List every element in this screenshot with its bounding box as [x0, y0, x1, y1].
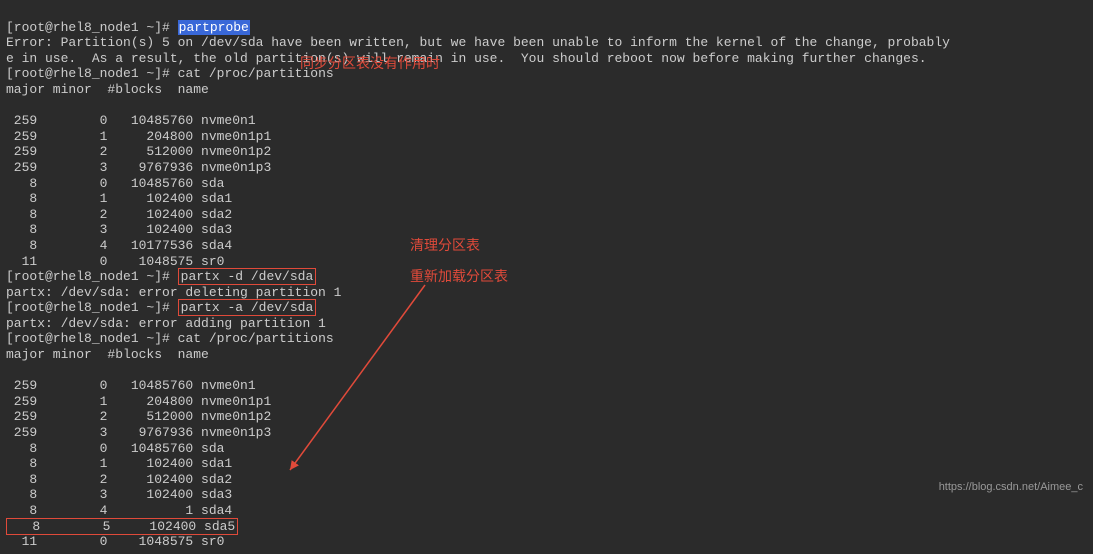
prompt: [root@rhel8_node1 ~]# [6, 300, 178, 315]
partition-row: 8 2 102400 sda2 [6, 472, 232, 487]
error-line: Error: Partition(s) 5 on /dev/sda have b… [6, 35, 950, 50]
partition-row: 8 4 10177536 sda4 [6, 238, 232, 253]
watermark: https://blog.csdn.net/Aimee_c [939, 481, 1083, 494]
partition-row: 259 1 204800 nvme0n1p1 [6, 129, 271, 144]
annotation-sync-failed: 同步分区表没有作用时 [300, 55, 440, 72]
partitions-header: major minor #blocks name [6, 347, 209, 362]
prompt: [root@rhel8_node1 ~]# [6, 66, 178, 81]
partition-row: 259 1 204800 nvme0n1p1 [6, 394, 271, 409]
error-line: partx: /dev/sda: error deleting partitio… [6, 285, 341, 300]
partition-row: 8 1 102400 sda1 [6, 191, 232, 206]
command-partx-d: partx -d /dev/sda [178, 268, 317, 285]
partition-row: 259 2 512000 nvme0n1p2 [6, 409, 271, 424]
terminal-output: [root@rhel8_node1 ~]# partprobe Error: P… [0, 0, 1093, 554]
command-partx-a: partx -a /dev/sda [178, 299, 317, 316]
partition-row: 8 3 102400 sda3 [6, 487, 232, 502]
partition-row: 259 3 9767936 nvme0n1p3 [6, 425, 271, 440]
partition-row: 11 0 1048575 sr0 [6, 254, 224, 269]
error-line: partx: /dev/sda: error adding partition … [6, 316, 326, 331]
partition-row: 11 0 1048575 sr0 [6, 534, 224, 549]
partition-row-new: 8 5 102400 sda5 [6, 518, 238, 535]
prompt: [root@rhel8_node1 ~]# [6, 269, 178, 284]
command-partprobe: partprobe [178, 20, 250, 35]
partition-row: 259 2 512000 nvme0n1p2 [6, 144, 271, 159]
partitions-header: major minor #blocks name [6, 82, 209, 97]
command-cat: cat /proc/partitions [178, 331, 334, 346]
partition-row: 8 3 102400 sda3 [6, 222, 232, 237]
partition-row: 259 0 10485760 nvme0n1 [6, 113, 256, 128]
partition-row: 8 2 102400 sda2 [6, 207, 232, 222]
partition-row: 259 3 9767936 nvme0n1p3 [6, 160, 271, 175]
annotation-clear-table: 清理分区表 [410, 237, 480, 254]
error-line: e in use. As a result, the old partition… [6, 51, 927, 66]
partition-row: 8 0 10485760 sda [6, 176, 224, 191]
prompt: [root@rhel8_node1 ~]# [6, 331, 178, 346]
annotation-reload-table: 重新加载分区表 [410, 268, 508, 285]
partition-row: 8 1 102400 sda1 [6, 456, 232, 471]
prompt: [root@rhel8_node1 ~]# [6, 20, 178, 35]
partition-row: 8 0 10485760 sda [6, 441, 224, 456]
partition-row: 8 4 1 sda4 [6, 503, 232, 518]
partition-row: 259 0 10485760 nvme0n1 [6, 378, 256, 393]
